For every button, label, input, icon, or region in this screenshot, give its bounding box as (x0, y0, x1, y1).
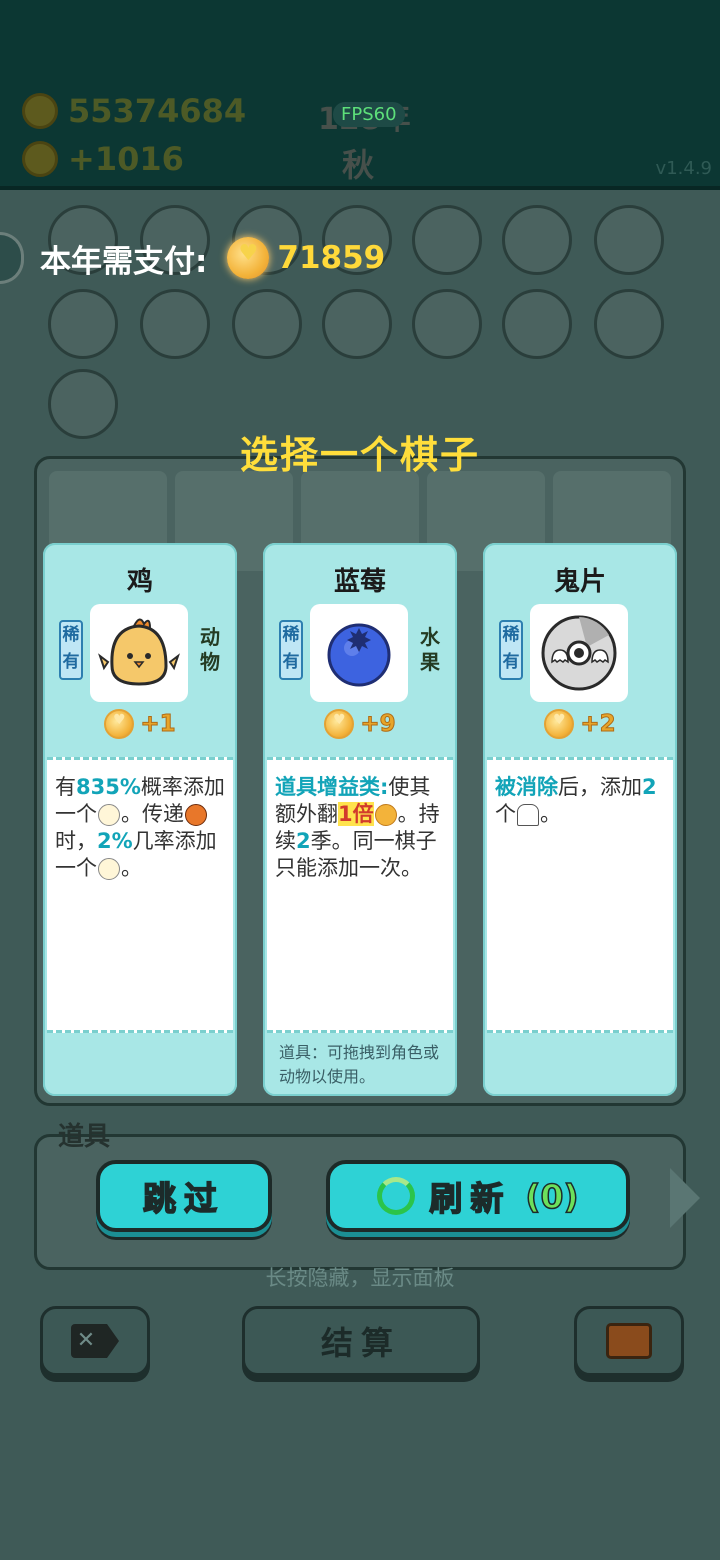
desc-text: 。 (540, 802, 561, 826)
income-stat: +1016 (22, 140, 184, 178)
desc-text: 。传递 (121, 802, 184, 826)
chicken-portrait (90, 604, 188, 702)
card-name: 鸡 (126, 567, 153, 597)
owned-item-icon (140, 289, 210, 359)
owned-item-icon (502, 289, 572, 359)
owned-item-icon (322, 289, 392, 359)
card-description: 道具增益类:使其额外翻1倍 。持续2季。同一棋子只能添加一次。 (267, 757, 453, 1033)
desc-highlight: 被消除 (495, 775, 558, 799)
price-value: +9 (360, 711, 396, 738)
chicken-icon (98, 618, 180, 686)
hide-panel-hint[interactable]: 长按隐藏，显示面板 (0, 1262, 720, 1292)
desc-text: 个 (495, 802, 516, 826)
skip-label: 跳过 (142, 1178, 225, 1219)
player-level-badge[interactable] (0, 232, 24, 284)
refresh-button[interactable]: 刷新 (0) (326, 1160, 630, 1232)
season-label: 秋 (342, 146, 375, 184)
price: +9 (263, 709, 457, 739)
coin-icon (22, 141, 58, 177)
piece-card-ghost-disc[interactable]: 鬼片 稀有 +2 被消除后，添加2 个。 (483, 543, 677, 1096)
card-name: 蓝莓 (333, 567, 386, 597)
card-description: 有835%概率添加一个 。传递时，2%几率添加一个。 (47, 757, 233, 1033)
desc-text: 有 (55, 775, 76, 799)
price: +1 (43, 709, 237, 739)
payment-amount: 71859 (277, 240, 386, 276)
owned-item-icon (412, 205, 482, 275)
delete-icon: ✕ (71, 1324, 119, 1358)
coin-heart-icon (544, 709, 575, 739)
payment-label: 本年需支付: (40, 243, 208, 280)
owned-item-icon (48, 289, 118, 359)
desc-highlight: 1倍 (338, 802, 374, 826)
coins-value: 55374684 (68, 92, 247, 130)
chevron-right-icon[interactable] (670, 1168, 700, 1228)
owned-item-icon (502, 205, 572, 275)
suitcase-icon (606, 1323, 652, 1359)
egg-icon (98, 804, 120, 826)
rarity-tag: 稀有 (499, 620, 523, 680)
desc-highlight: 835% (76, 775, 141, 799)
owned-item-icon (594, 289, 664, 359)
rarity-tag: 稀有 (59, 620, 83, 680)
coin-heart-icon (104, 709, 135, 739)
skip-button[interactable]: 跳过 (96, 1160, 272, 1232)
rarity-tag: 稀有 (279, 620, 303, 680)
coin-heart-icon (227, 237, 270, 279)
refresh-label: 刷新 (429, 1178, 512, 1219)
version-label: v1.4.9 (655, 158, 712, 179)
category-tag: 动物 (200, 625, 220, 674)
refresh-arrows-icon (377, 1177, 416, 1215)
blueberry-icon (327, 623, 391, 687)
fps-badge: FPS60 (333, 102, 405, 127)
piece-card-chicken[interactable]: 鸡 稀有 动物 +1 有835%概率添加一个。传递时，2%几率添加一个。 (43, 543, 237, 1096)
suitcase-button[interactable] (574, 1306, 684, 1376)
items-label: 道具 (58, 1122, 111, 1152)
card-name: 鬼片 (553, 567, 606, 597)
coin-icon (22, 93, 58, 129)
egg-icon (98, 858, 120, 880)
price: +2 (483, 709, 677, 739)
ghost-disc-portrait (530, 604, 628, 702)
refresh-count: (0) (525, 1176, 580, 1217)
coin-heart-icon (324, 709, 355, 739)
delete-button[interactable]: ✕ (40, 1306, 150, 1376)
desc-text: 时， (55, 829, 97, 853)
hud-divider (0, 186, 720, 190)
card-description: 被消除后，添加2 个。 (487, 757, 673, 1033)
category-tag: 水果 (420, 625, 440, 674)
desc-highlight: 2 (642, 775, 657, 799)
choose-piece-title: 选择一个棋子 (239, 433, 480, 477)
desc-highlight: 2% (97, 829, 133, 853)
desc-highlight: 道具增益类: (275, 775, 389, 799)
price-value: +1 (140, 711, 176, 738)
price-value: +2 (580, 711, 616, 738)
desc-highlight: 2 (296, 829, 311, 853)
annual-payment: 本年需支付: 71859 (0, 232, 385, 284)
ghost-icon (517, 804, 539, 826)
owned-item-icon (232, 289, 302, 359)
owned-item-icon (412, 289, 482, 359)
piece-card-blueberry[interactable]: 蓝莓 稀有 水果 +9 道具增益类:使其额外翻1倍。持续2季。同一棋子只能添加一… (263, 543, 457, 1096)
owned-item-icon (594, 205, 664, 275)
settle-button[interactable]: 结算 (242, 1306, 480, 1376)
desc-text: 。 (121, 856, 142, 880)
income-value: +1016 (68, 140, 184, 178)
basketball-icon (185, 804, 207, 826)
item-usage-note: 道具：可拖拽到角色或动物以使用。 (279, 1043, 440, 1086)
settle-label: 结算 (320, 1324, 401, 1362)
coins-stat: 55374684 (22, 92, 246, 130)
blueberry-portrait (310, 604, 408, 702)
ghost-disc-icon (541, 615, 617, 691)
desc-text: 后，添加 (558, 775, 642, 799)
coin-heart-icon (374, 804, 397, 826)
